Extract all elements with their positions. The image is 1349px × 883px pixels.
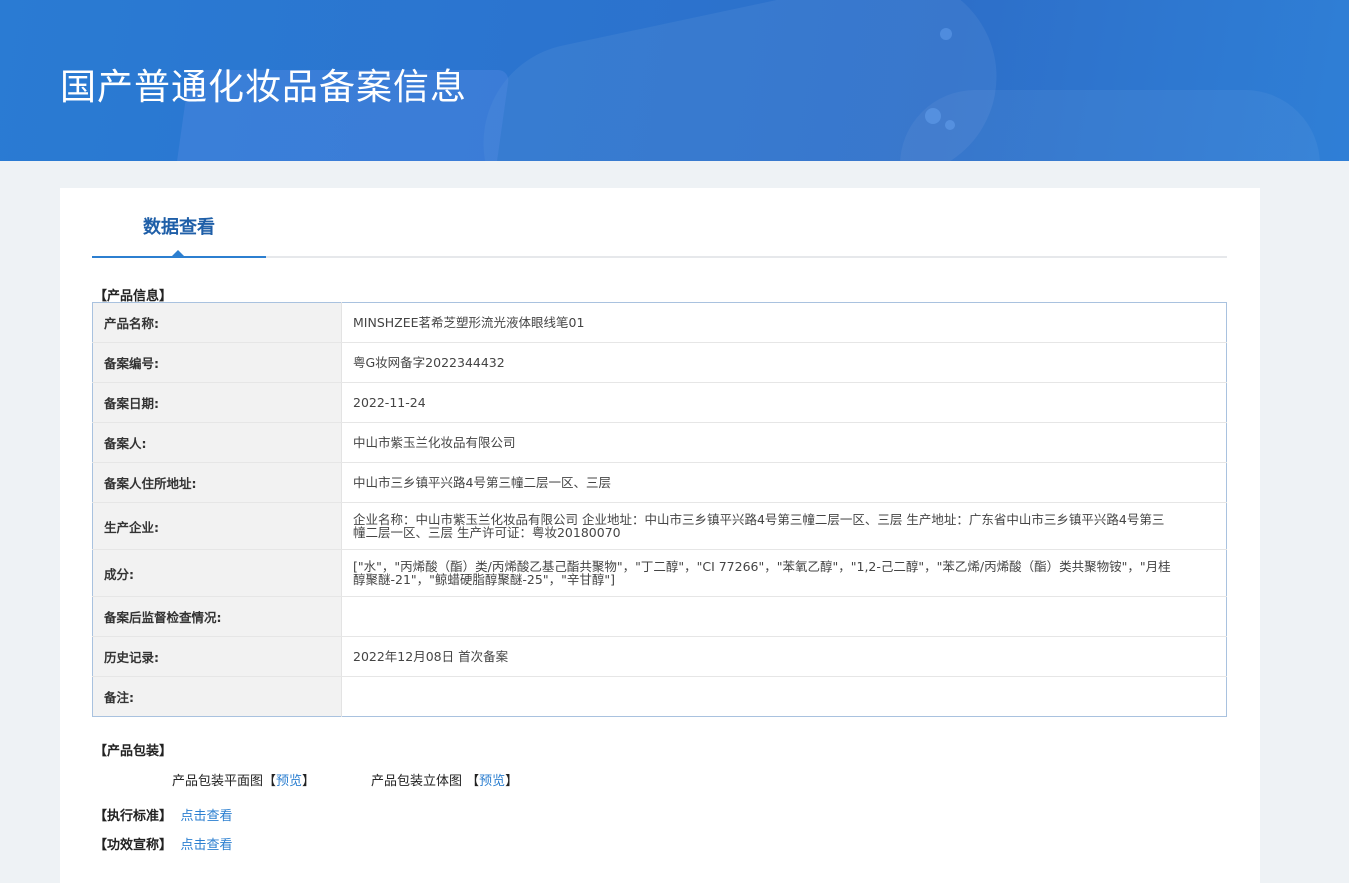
- table-row: 成分: ["水"，"丙烯酸（酯）类/丙烯酸乙基己酯共聚物"，"丁二醇"，"CI …: [92, 549, 1227, 597]
- tab-data-view[interactable]: 数据查看: [92, 188, 266, 258]
- bracket: 【: [466, 774, 480, 789]
- bracket: 】: [302, 774, 316, 789]
- tab-label: 数据查看: [143, 217, 215, 238]
- packaging-solid-label: 产品包装立体图: [371, 774, 467, 789]
- field-value: 粤G妆网备字2022344432: [341, 342, 1227, 383]
- field-value: 中山市三乡镇平兴路4号第三幢二层一区、三层: [341, 462, 1227, 503]
- table-row: 备案编号: 粤G妆网备字2022344432: [92, 342, 1227, 383]
- table-row: 产品名称: MINSHZEE茗希芝塑形流光液体眼线笔01: [92, 302, 1227, 343]
- packaging-solid-row: 产品包装立体图 【预览】: [371, 770, 518, 789]
- header-banner: 国产普通化妆品备案信息: [0, 0, 1349, 161]
- banner-decoration: [925, 108, 941, 124]
- field-value: 2022-11-24: [341, 382, 1227, 423]
- bracket: 】: [505, 774, 519, 789]
- field-label: 产品名称:: [92, 302, 342, 343]
- bracket: 【: [263, 774, 277, 789]
- packaging-flat-preview-link[interactable]: 预览: [276, 774, 302, 789]
- field-label: 成分:: [92, 549, 342, 597]
- field-label: 生产企业:: [92, 502, 342, 550]
- efficacy-label: 【功效宣称】: [94, 838, 173, 853]
- field-value: 中山市紫玉兰化妆品有限公司: [341, 422, 1227, 463]
- field-value: ["水"，"丙烯酸（酯）类/丙烯酸乙基己酯共聚物"，"丁二醇"，"CI 7726…: [341, 549, 1227, 597]
- field-label: 备注:: [92, 676, 342, 717]
- table-row: 备案后监督检查情况:: [92, 596, 1227, 637]
- table-row: 生产企业: 企业名称：中山市紫玉兰化妆品有限公司 企业地址：中山市三乡镇平兴路4…: [92, 502, 1227, 550]
- field-value: [341, 596, 1227, 637]
- table-row: 备案日期: 2022-11-24: [92, 382, 1227, 423]
- packaging-flat-row: 产品包装平面图【预览】: [172, 770, 315, 789]
- packaging-solid-preview-link[interactable]: 预览: [479, 774, 505, 789]
- tab-bar: 数据查看: [92, 188, 1227, 258]
- field-label: 备案人住所地址:: [92, 462, 342, 503]
- standard-label: 【执行标准】: [94, 809, 173, 824]
- table-row: 备注:: [92, 676, 1227, 717]
- field-label: 历史记录:: [92, 636, 342, 677]
- table-row: 备案人: 中山市紫玉兰化妆品有限公司: [92, 422, 1227, 463]
- field-label: 备案后监督检查情况:: [92, 596, 342, 637]
- table-row: 历史记录: 2022年12月08日 首次备案: [92, 636, 1227, 677]
- field-value: [342, 677, 1227, 717]
- banner-decoration: [945, 120, 955, 130]
- packaging-flat-label: 产品包装平面图: [172, 774, 264, 789]
- standard-row: 【执行标准】 点击查看: [94, 805, 233, 824]
- product-info-table: 产品名称: MINSHZEE茗希芝塑形流光液体眼线笔01 备案编号: 粤G妆网备…: [92, 302, 1227, 717]
- standard-view-link[interactable]: 点击查看: [181, 809, 233, 824]
- field-value: 2022年12月08日 首次备案: [341, 636, 1227, 677]
- banner-decoration: [940, 28, 952, 40]
- field-label: 备案人:: [92, 422, 342, 463]
- content-card: 数据查看 【产品信息】 产品名称: MINSHZEE茗希芝塑形流光液体眼线笔01…: [60, 188, 1260, 883]
- efficacy-view-link[interactable]: 点击查看: [181, 838, 233, 853]
- field-label: 备案日期:: [92, 382, 342, 423]
- packaging-section-label: 【产品包装】: [94, 744, 173, 759]
- tab-active-caret-icon: [172, 250, 184, 256]
- field-value: 企业名称：中山市紫玉兰化妆品有限公司 企业地址：中山市三乡镇平兴路4号第三幢二层…: [341, 502, 1227, 550]
- field-label: 备案编号:: [92, 342, 342, 383]
- table-row: 备案人住所地址: 中山市三乡镇平兴路4号第三幢二层一区、三层: [92, 462, 1227, 503]
- efficacy-row: 【功效宣称】 点击查看: [94, 834, 233, 853]
- page-title: 国产普通化妆品备案信息: [60, 67, 468, 108]
- banner-decoration: [900, 90, 1320, 161]
- field-value: MINSHZEE茗希芝塑形流光液体眼线笔01: [341, 302, 1227, 343]
